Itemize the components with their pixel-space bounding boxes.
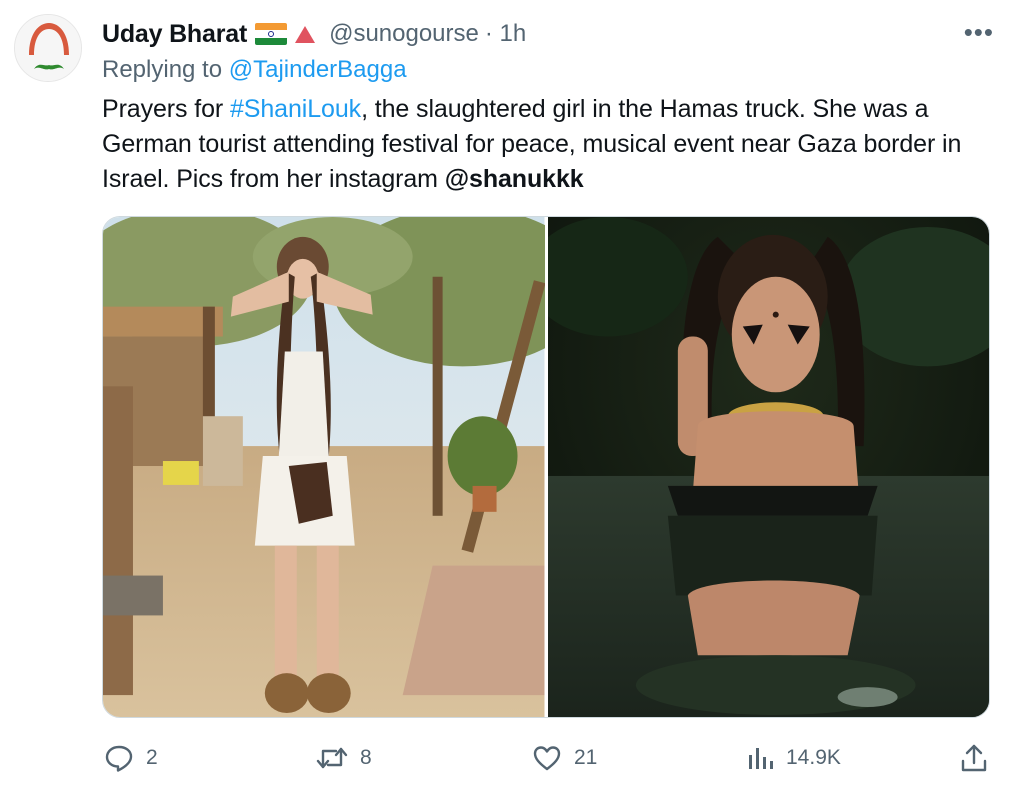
like-button[interactable]: 21	[532, 738, 597, 778]
avatar[interactable]	[14, 14, 82, 82]
views-count: 14.9K	[786, 746, 841, 769]
reply-mention-link[interactable]: @TajinderBagga	[229, 56, 407, 83]
media-grid	[102, 216, 990, 718]
photo-desert-festival[interactable]	[103, 217, 545, 717]
share-icon	[961, 744, 987, 772]
replying-to: Replying to @TajinderBagga	[102, 56, 407, 84]
avatar-image	[15, 15, 81, 81]
tweet[interactable]: Uday Bharat @sunogourse · 1h ••• Replyin…	[0, 0, 1018, 800]
photo-water-portrait[interactable]	[547, 217, 989, 717]
views-button[interactable]: 14.9K	[746, 738, 841, 778]
retweet-icon	[316, 747, 348, 769]
india-flag-icon	[255, 23, 288, 45]
reply-icon	[105, 745, 133, 772]
tweet-text: Prayers for #ShaniLouk, the slaughtered …	[102, 92, 998, 197]
mention-link[interactable]: @shanukkk	[445, 165, 584, 193]
share-button[interactable]	[960, 738, 988, 778]
replying-to-label: Replying to	[102, 56, 229, 83]
tweet-header: Uday Bharat @sunogourse · 1h	[102, 16, 526, 52]
retweet-count: 8	[360, 746, 372, 769]
more-options-icon[interactable]: •••	[964, 19, 994, 45]
action-bar: 2 8 21 14.9K	[102, 738, 998, 778]
reply-count: 2	[146, 746, 158, 769]
display-name[interactable]: Uday Bharat	[102, 20, 247, 49]
views-icon	[749, 748, 773, 769]
user-handle[interactable]: @sunogourse	[329, 20, 479, 48]
tweet-text-part: Prayers for	[102, 95, 230, 123]
retweet-button[interactable]: 8	[316, 738, 372, 778]
like-count: 21	[574, 746, 598, 769]
hashtag-link[interactable]: #ShaniLouk	[230, 95, 361, 123]
timestamp[interactable]: · 1h	[485, 20, 526, 48]
heart-icon	[533, 746, 561, 771]
reply-button[interactable]: 2	[104, 738, 158, 778]
red-triangle-icon	[295, 25, 316, 43]
